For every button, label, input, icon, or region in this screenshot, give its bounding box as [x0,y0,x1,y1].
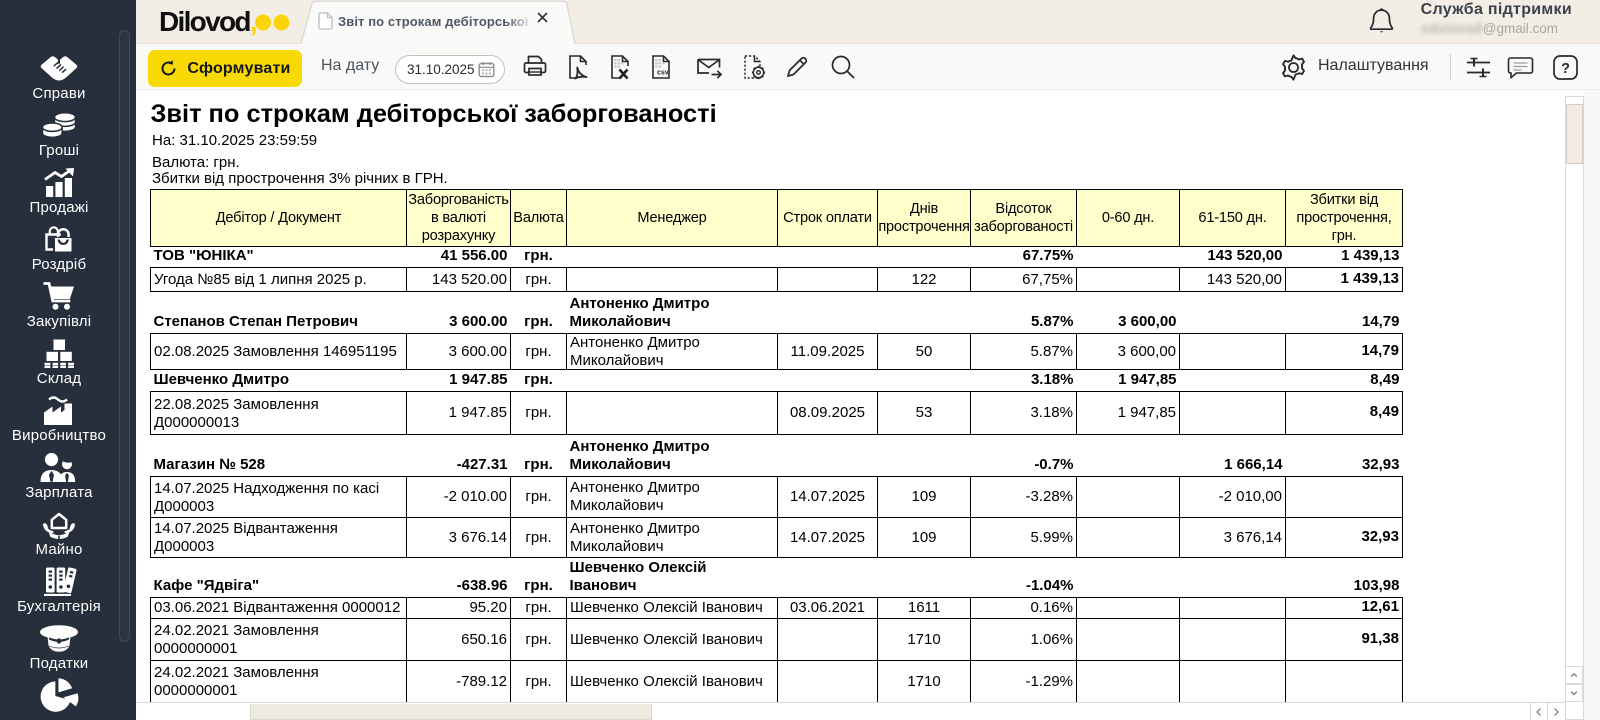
svg-text:csv: csv [657,70,669,77]
svg-text:?: ? [1561,61,1570,77]
